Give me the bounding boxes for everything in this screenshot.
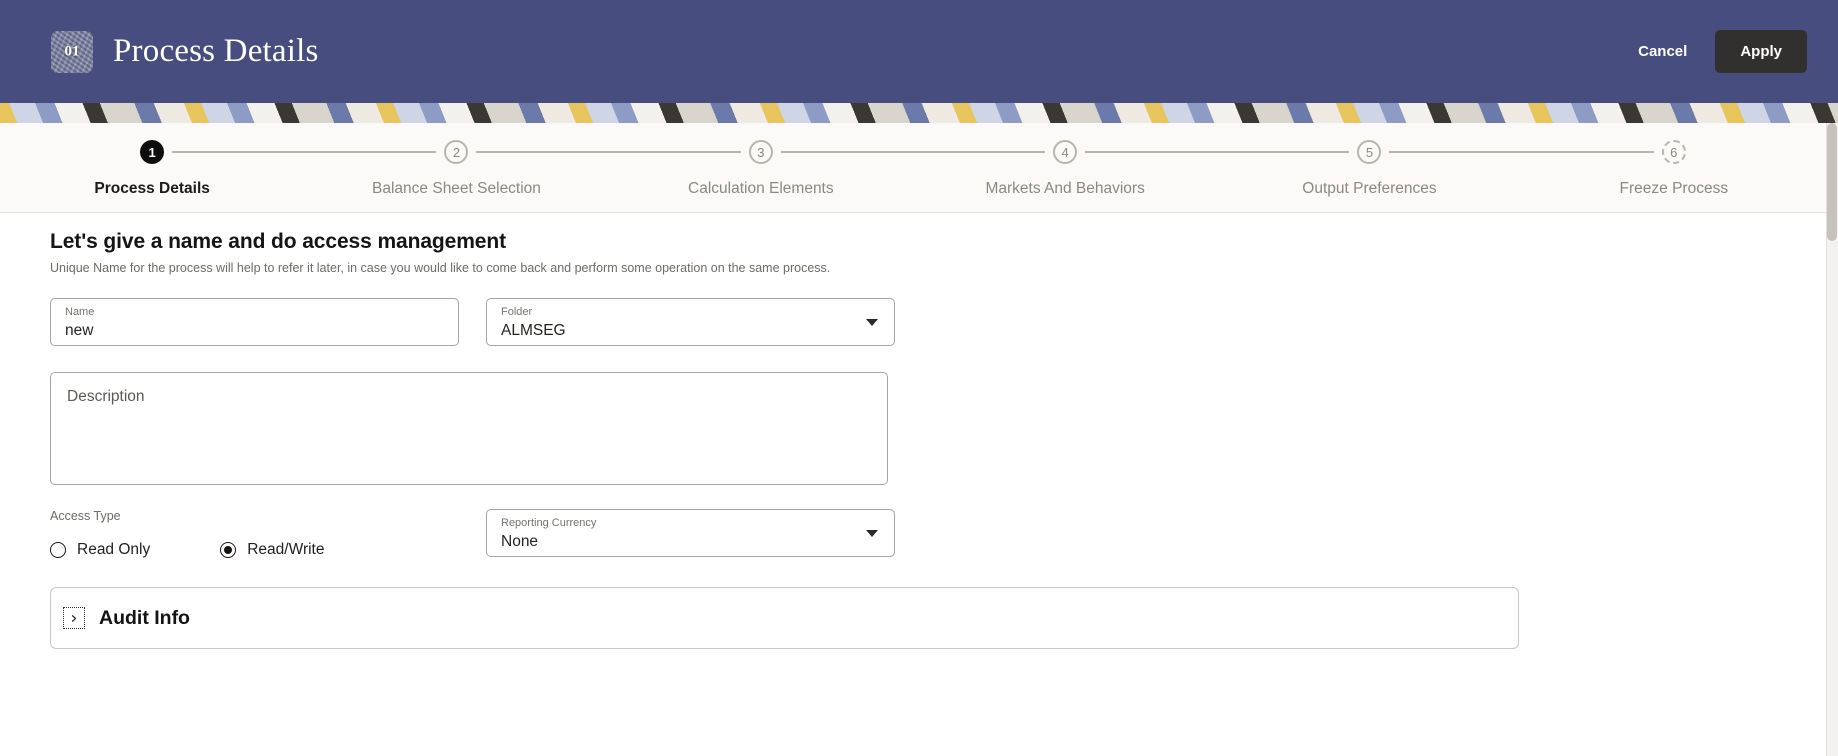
- name-folder-row: Name new Folder ALMSEG: [50, 298, 1838, 346]
- wizard-stepper: 1 Process Details 2 Balance Sheet Selection…: [0, 123, 1826, 213]
- access-type-option-1[interactable]: Read Only: [50, 541, 150, 559]
- radio-checked-icon[interactable]: [220, 542, 237, 558]
- apply-button[interactable]: Apply: [1715, 30, 1807, 73]
- step-badge-icon: 01: [51, 30, 93, 73]
- section-heading: Let's give a name and do access manageme…: [50, 230, 506, 253]
- stepper-steps: 1 Process Details 2 Balance Sheet Selection…: [0, 123, 1826, 213]
- stepper-item-4[interactable]: 4 Markets And Behaviors: [913, 123, 1350, 198]
- page-title: Process Details: [113, 33, 319, 69]
- description-placeholder: Description: [67, 388, 145, 405]
- stepper-circle-4: 4: [1053, 140, 1078, 164]
- access-type-label: Access Type: [50, 509, 121, 523]
- reporting-currency-value: None: [501, 533, 539, 550]
- stepper-connector-2: [476, 151, 741, 153]
- folder-field-value: ALMSEG: [501, 322, 566, 339]
- cancel-button[interactable]: Cancel: [1630, 33, 1695, 70]
- access-type-option-label: Read/Write: [247, 541, 325, 558]
- chevron-right-icon[interactable]: [63, 607, 85, 629]
- stepper-connector-5: [1389, 151, 1654, 153]
- stepper-label-1: Process Details: [94, 180, 210, 197]
- stepper-circle-5: 5: [1357, 140, 1382, 164]
- section-subheading: Unique Name for the process will help to…: [50, 261, 831, 275]
- decorative-texture-strip: [0, 103, 1838, 123]
- access-currency-row: Access Type Read Only Read/Write Reportin…: [50, 509, 1838, 559]
- main-content: Let's give a name and do access manageme…: [0, 213, 1838, 756]
- vertical-scrollbar[interactable]: [1826, 123, 1838, 756]
- scrollbar-thumb[interactable]: [1827, 123, 1837, 241]
- audit-info-title: Audit Info: [99, 606, 190, 629]
- stepper-circle-1: 1: [140, 140, 165, 164]
- folder-dropdown[interactable]: Folder ALMSEG: [486, 298, 895, 346]
- stepper-item-1[interactable]: 1 Process Details: [0, 123, 437, 198]
- stepper-connector-1: [172, 151, 437, 153]
- folder-field-label: Folder: [501, 306, 533, 318]
- access-type-option-2[interactable]: Read/Write: [220, 541, 324, 559]
- name-field[interactable]: Name new: [50, 298, 459, 346]
- stepper-item-5[interactable]: 5 Output Preferences: [1217, 123, 1654, 198]
- stepper-label-2: Balance Sheet Selection: [372, 180, 541, 197]
- reporting-currency-dropdown[interactable]: Reporting Currency None: [486, 509, 895, 557]
- stepper-connector-3: [780, 151, 1046, 153]
- access-type-option-label: Read Only: [77, 541, 151, 558]
- stepper-item-2[interactable]: 2 Balance Sheet Selection: [304, 123, 741, 198]
- stepper-circle-3: 3: [748, 140, 773, 164]
- name-field-value[interactable]: new: [65, 320, 444, 342]
- stepper-connector-4: [1085, 151, 1350, 153]
- stepper-label-6: Freeze Process: [1619, 180, 1729, 197]
- chevron-down-icon[interactable]: [866, 530, 878, 537]
- process-details-wizard: 01 Process Details Cancel Apply 1 Process…: [0, 0, 1838, 756]
- stepper-label-5: Output Preferences: [1302, 180, 1437, 197]
- header-branding: 01 Process Details: [51, 30, 319, 73]
- app-header: 01 Process Details Cancel Apply: [0, 0, 1838, 103]
- header-actions: Cancel Apply: [1630, 0, 1807, 103]
- step-badge-number: 01: [64, 43, 80, 59]
- chevron-down-icon[interactable]: [866, 319, 878, 326]
- radio-unchecked-icon[interactable]: [50, 542, 66, 558]
- stepper-label-3: Calculation Elements: [688, 180, 834, 197]
- name-field-label: Name: [65, 306, 95, 318]
- stepper-item-6[interactable]: 6 Freeze Process: [1522, 123, 1826, 198]
- audit-info-panel[interactable]: Audit Info: [50, 587, 1519, 649]
- access-type-radios: Read Only Read/Write: [50, 541, 486, 559]
- reporting-currency-label: Reporting Currency: [501, 517, 597, 529]
- stepper-item-3[interactable]: 3 Calculation Elements: [609, 123, 1046, 198]
- stepper-circle-6: 6: [1661, 140, 1686, 164]
- stepper-circle-2: 2: [444, 140, 469, 164]
- access-type-group: Access Type Read Only Read/Write: [50, 509, 486, 559]
- description-textarea[interactable]: Description: [50, 372, 888, 485]
- stepper-label-4: Markets And Behaviors: [985, 180, 1145, 197]
